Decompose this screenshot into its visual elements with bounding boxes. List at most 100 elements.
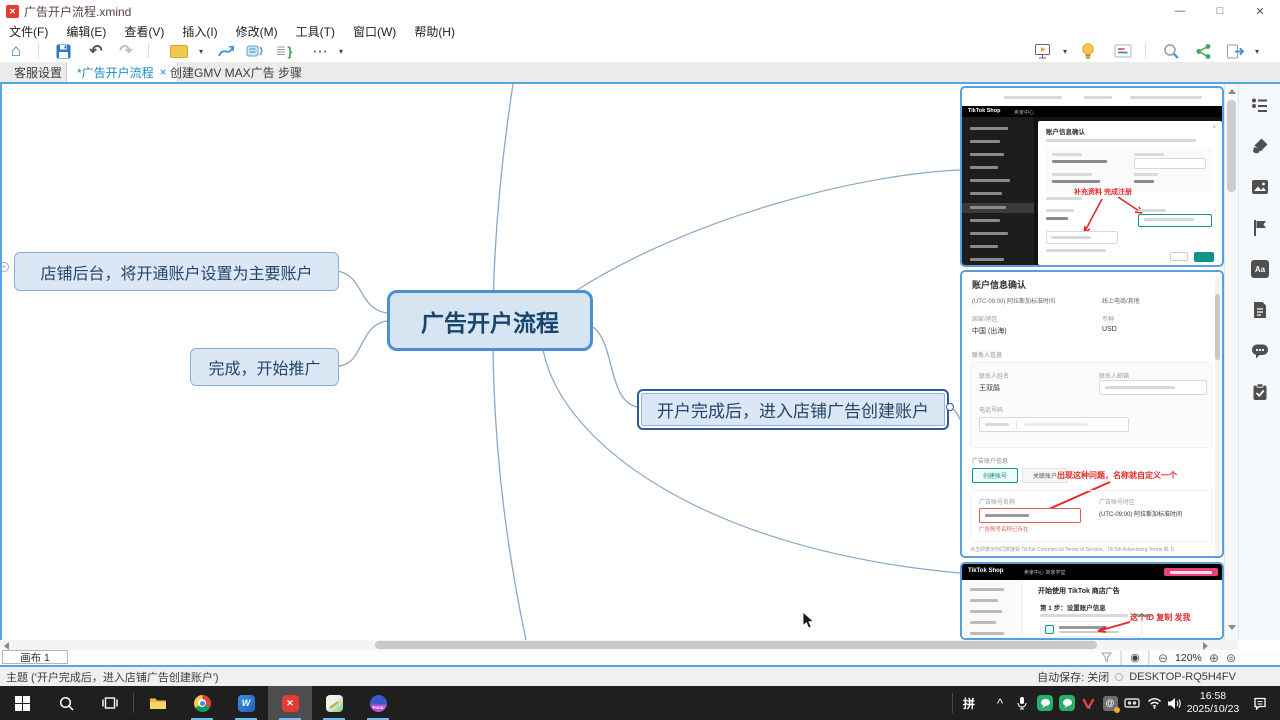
more-caret-icon[interactable]: ▾ <box>336 40 346 62</box>
task-icon[interactable] <box>1251 383 1269 401</box>
confirm-button[interactable] <box>1194 252 1214 262</box>
outline-brace-icon: } <box>287 44 292 59</box>
attached-image-account-confirm-dark[interactable]: TikTok Shop 卖家中心 账户信息确认 × 补充资 <box>960 86 1224 267</box>
share-button[interactable] <box>1192 40 1214 62</box>
topic-after-account-open[interactable]: 开户完成后，进入店铺广告创建账户 <box>637 389 949 430</box>
tray-projector-icon[interactable] <box>1122 686 1142 720</box>
menu-edit[interactable]: 编辑(E) <box>57 23 115 40</box>
zoom-fit-button[interactable]: ⊜ <box>1226 651 1236 665</box>
sheet-tab-canvas1[interactable]: 画布 1 <box>2 650 68 664</box>
tab-customer-service[interactable]: 客服设置 <box>4 62 72 82</box>
email-input[interactable] <box>1099 380 1207 395</box>
image-icon[interactable] <box>1251 178 1269 196</box>
export-caret-icon[interactable]: ▾ <box>1252 40 1262 62</box>
taskbar-paint-app[interactable] <box>312 686 356 720</box>
menu-window[interactable]: 窗口(W) <box>344 23 405 40</box>
zoom-in-button[interactable]: ⊕ <box>1209 651 1219 665</box>
taskbar-explorer[interactable] <box>136 686 180 720</box>
tab-create-account[interactable]: 创建账号 <box>972 468 1018 483</box>
format-brush-icon[interactable] <box>1251 137 1269 155</box>
search-button[interactable] <box>1160 40 1182 62</box>
scroll-up-icon[interactable] <box>1228 89 1236 94</box>
outline-button[interactable]: ≣ } <box>272 40 296 62</box>
tray-volume-icon[interactable] <box>1164 686 1184 720</box>
tray-wifi-icon[interactable] <box>1144 686 1164 720</box>
eye-icon[interactable]: ◉ <box>1130 651 1140 664</box>
tray-at-icon[interactable]: @ <box>1100 686 1120 720</box>
relationship-button[interactable] <box>216 40 238 62</box>
presentation-caret-icon[interactable]: ▾ <box>1060 40 1070 62</box>
currency-value: USD <box>1102 326 1117 333</box>
redo-button[interactable]: ↷ <box>116 40 136 62</box>
structure-icon[interactable] <box>1251 96 1269 114</box>
start-button[interactable] <box>0 686 44 720</box>
menu-modify[interactable]: 修改(M) <box>227 23 287 40</box>
canvas-horizontal-scrollbar[interactable] <box>0 640 1238 650</box>
note-button[interactable] <box>1112 40 1134 62</box>
red-annotation: 出现这种问题，名称就自定义一个 <box>1057 470 1177 481</box>
save-button[interactable] <box>52 40 74 62</box>
cancel-button[interactable] <box>1170 252 1188 261</box>
filter-icon[interactable] <box>1101 652 1112 663</box>
taskbar-chrome[interactable] <box>180 686 224 720</box>
taskbar-blue-app[interactable]: W <box>224 686 268 720</box>
tray-red-v-icon[interactable] <box>1078 686 1098 720</box>
tray-wechat2-icon[interactable] <box>1056 686 1078 720</box>
more-button[interactable]: ⋯ <box>310 40 330 62</box>
task-view-button[interactable] <box>88 686 132 720</box>
ad-name-input[interactable] <box>979 508 1081 523</box>
notes-icon[interactable] <box>1251 301 1269 319</box>
scroll-right-icon[interactable] <box>1203 642 1208 650</box>
topic-complete-promote[interactable]: 完成，开始推广 <box>190 348 339 386</box>
tray-clock[interactable]: 16:58 2025/10/23 <box>1184 686 1242 720</box>
marker-flag-icon[interactable] <box>1251 219 1269 237</box>
attached-image-start-ads[interactable]: TikTok Shop 卖家中心 商家学堂 开始使用 TikTok 商店广告 第… <box>960 562 1224 640</box>
menu-view[interactable]: 查看(V) <box>115 23 173 40</box>
email-input[interactable] <box>1138 214 1212 227</box>
scroll-down-icon[interactable] <box>1228 625 1236 630</box>
undo-button[interactable]: ↶ <box>86 40 106 62</box>
taskbar-xmind-active[interactable]: ✕ <box>268 686 312 720</box>
action-center-icon[interactable] <box>1248 686 1272 720</box>
summary-button[interactable] <box>244 40 266 62</box>
vscroll-thumb[interactable] <box>1227 100 1236 192</box>
minimize-button[interactable]: — <box>1160 0 1200 22</box>
tray-mic-icon[interactable] <box>1012 686 1032 720</box>
ime-indicator[interactable]: 拼 <box>958 686 980 720</box>
phone-input[interactable] <box>979 417 1129 432</box>
home-icon[interactable]: ⌂ <box>6 40 26 62</box>
menu-insert[interactable]: 插入(I) <box>173 23 226 40</box>
menu-tools[interactable]: 工具(T) <box>287 23 344 40</box>
hscroll-thumb[interactable] <box>375 641 1097 649</box>
tray-chevron-up-icon[interactable]: ^ <box>990 686 1010 720</box>
close-button[interactable]: ✕ <box>1240 0 1280 22</box>
tray-wechat-icon[interactable] <box>1034 686 1056 720</box>
scroll-left-icon[interactable] <box>4 642 9 650</box>
comment-icon[interactable] <box>1251 342 1269 360</box>
tiktok-nav: 卖家中心 商家学堂 <box>1024 569 1065 576</box>
zoom-out-button[interactable]: ⊖ <box>1158 651 1168 665</box>
inner-scrollbar[interactable] <box>1215 276 1220 556</box>
attached-image-account-confirm-form[interactable]: 账户信息确认 (UTC-09:00) 阿拉斯加标准时间 线上电商/其他 国家/地… <box>960 270 1224 558</box>
collapse-handle-icon[interactable] <box>946 403 954 411</box>
format-sidebar: Aa <box>1238 84 1280 640</box>
taskbar-foun-app[interactable]: Foun <box>356 686 400 720</box>
presentation-button[interactable] <box>1032 40 1054 62</box>
central-topic[interactable]: 广告开户流程 <box>387 290 593 351</box>
id-checkbox-icon[interactable] <box>1045 625 1054 634</box>
maximize-button[interactable]: □ <box>1200 0 1240 22</box>
taskbar-search-button[interactable] <box>44 686 88 720</box>
mindmap-canvas[interactable]: 广告开户流程 店铺后台，将开通账户设置为主要账户 完成，开始推广 开户完成后，进… <box>0 84 1238 640</box>
canvas-vertical-scrollbar[interactable] <box>1224 84 1238 640</box>
topic-store-backend[interactable]: 店铺后台，将开通账户设置为主要账户 <box>14 252 339 291</box>
menu-file[interactable]: 文件(F) <box>0 23 57 40</box>
tab-gmv-max[interactable]: 创建GMV MAX广告 步骤 <box>160 62 312 82</box>
menu-help[interactable]: 帮助(H) <box>405 23 464 40</box>
export-button[interactable] <box>1224 40 1246 62</box>
idea-button[interactable] <box>1078 40 1098 62</box>
phone-input[interactable] <box>1046 231 1118 244</box>
style-caret-icon[interactable]: ▾ <box>196 40 206 62</box>
label-icon[interactable]: Aa <box>1251 260 1269 278</box>
style-button[interactable] <box>168 40 190 62</box>
email-label: 联系人邮箱 <box>1099 371 1129 380</box>
